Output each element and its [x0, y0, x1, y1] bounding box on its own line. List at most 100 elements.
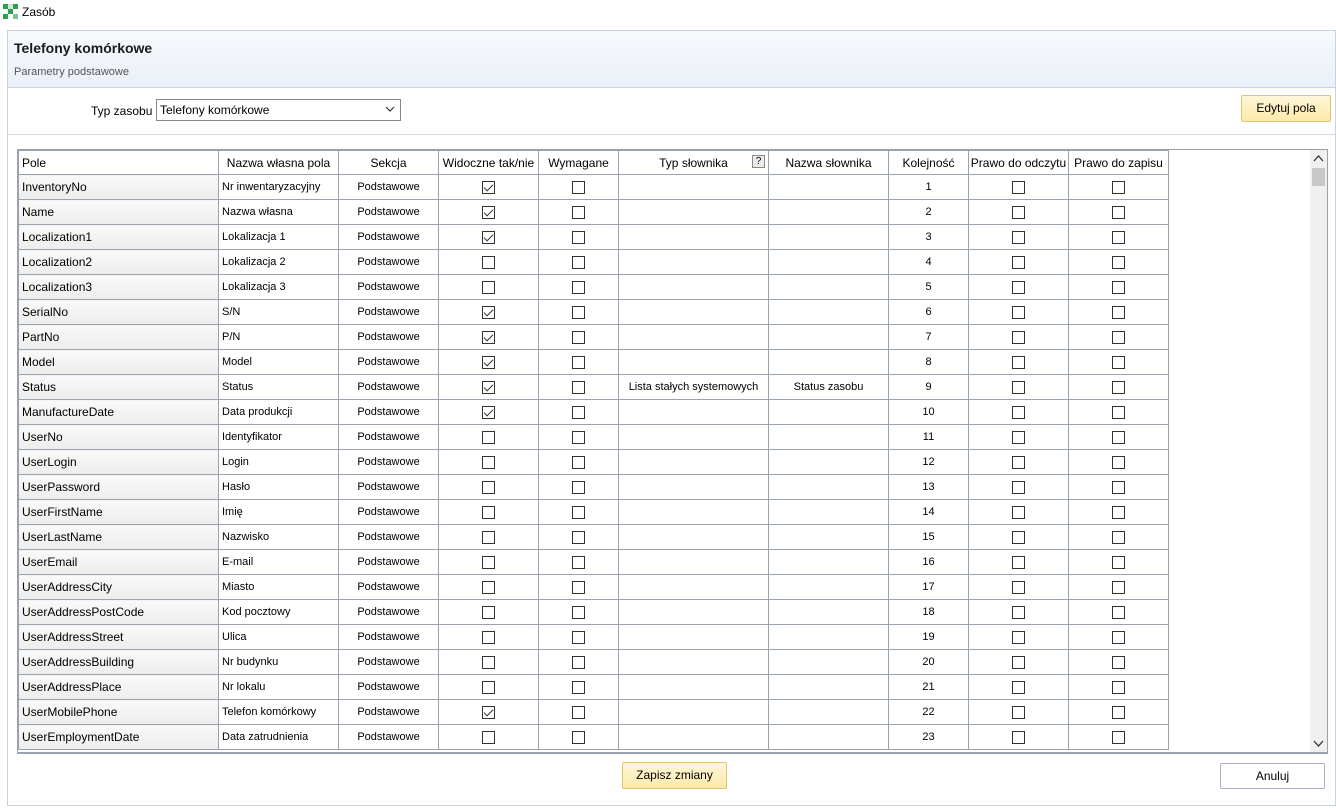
- dict-type-cell[interactable]: [618, 649, 769, 675]
- required-checkbox[interactable]: [572, 631, 585, 645]
- table-row[interactable]: Localization1 Lokalizacja 1 Podstawowe 3: [18, 224, 1169, 250]
- visible-checkbox[interactable]: [482, 356, 495, 370]
- table-row[interactable]: UserAddressPlace Nr lokalu Podstawowe 21: [18, 674, 1169, 700]
- col-header-dict-type[interactable]: Typ słownika?: [618, 150, 769, 175]
- dict-type-cell[interactable]: [618, 274, 769, 300]
- scroll-up-icon[interactable]: [1313, 154, 1324, 162]
- dict-type-cell[interactable]: [618, 174, 769, 200]
- field-name-cell[interactable]: Nr budynku: [218, 649, 339, 675]
- dict-name-cell[interactable]: [768, 524, 889, 550]
- write-right-checkbox[interactable]: [1112, 231, 1125, 245]
- read-right-checkbox[interactable]: [1012, 481, 1025, 495]
- visible-checkbox[interactable]: [482, 731, 495, 745]
- required-checkbox[interactable]: [572, 281, 585, 295]
- dict-type-cell[interactable]: [618, 424, 769, 450]
- table-row[interactable]: UserLogin Login Podstawowe 12: [18, 449, 1169, 475]
- col-header-visible[interactable]: Widoczne tak/nie: [438, 150, 539, 175]
- required-checkbox[interactable]: [572, 731, 585, 745]
- field-name-cell[interactable]: Telefon komórkowy: [218, 699, 339, 725]
- dict-name-cell[interactable]: [768, 674, 889, 700]
- vertical-scrollbar[interactable]: [1310, 150, 1327, 752]
- field-name-cell[interactable]: Lokalizacja 1: [218, 224, 339, 250]
- read-right-checkbox[interactable]: [1012, 331, 1025, 345]
- write-right-checkbox[interactable]: [1112, 431, 1125, 445]
- visible-checkbox[interactable]: [482, 681, 495, 695]
- required-checkbox[interactable]: [572, 231, 585, 245]
- required-checkbox[interactable]: [572, 356, 585, 370]
- field-name-cell[interactable]: Hasło: [218, 474, 339, 500]
- write-right-checkbox[interactable]: [1112, 531, 1125, 545]
- required-checkbox[interactable]: [572, 606, 585, 620]
- table-row[interactable]: InventoryNo Nr inwentaryzacyjny Podstawowe…: [18, 174, 1169, 200]
- dict-name-cell[interactable]: [768, 574, 889, 600]
- order-cell[interactable]: 20: [888, 649, 969, 675]
- read-right-checkbox[interactable]: [1012, 531, 1025, 545]
- dict-type-cell[interactable]: [618, 249, 769, 275]
- edit-fields-button[interactable]: Edytuj pola: [1241, 95, 1331, 122]
- read-right-checkbox[interactable]: [1012, 256, 1025, 270]
- field-name-cell[interactable]: E-mail: [218, 549, 339, 575]
- dict-name-cell[interactable]: [768, 199, 889, 225]
- field-name-cell[interactable]: P/N: [218, 324, 339, 350]
- visible-checkbox[interactable]: [482, 456, 495, 470]
- section-cell[interactable]: Podstawowe: [338, 424, 439, 450]
- col-header-order[interactable]: Kolejność: [888, 150, 969, 175]
- col-header-pole[interactable]: Pole: [18, 150, 219, 175]
- section-cell[interactable]: Podstawowe: [338, 374, 439, 400]
- section-cell[interactable]: Podstawowe: [338, 249, 439, 275]
- section-cell[interactable]: Podstawowe: [338, 399, 439, 425]
- section-cell[interactable]: Podstawowe: [338, 199, 439, 225]
- read-right-checkbox[interactable]: [1012, 631, 1025, 645]
- order-cell[interactable]: 18: [888, 599, 969, 625]
- field-key-cell[interactable]: SerialNo: [18, 299, 219, 325]
- dict-type-cell[interactable]: [618, 299, 769, 325]
- write-right-checkbox[interactable]: [1112, 206, 1125, 220]
- field-key-cell[interactable]: ManufactureDate: [18, 399, 219, 425]
- field-key-cell[interactable]: UserPassword: [18, 474, 219, 500]
- dict-type-cell[interactable]: [618, 474, 769, 500]
- dict-name-cell[interactable]: [768, 699, 889, 725]
- visible-checkbox[interactable]: [482, 631, 495, 645]
- dict-name-cell[interactable]: [768, 624, 889, 650]
- order-cell[interactable]: 13: [888, 474, 969, 500]
- required-checkbox[interactable]: [572, 681, 585, 695]
- order-cell[interactable]: 16: [888, 549, 969, 575]
- dict-type-cell[interactable]: [618, 574, 769, 600]
- write-right-checkbox[interactable]: [1112, 656, 1125, 670]
- required-checkbox[interactable]: [572, 381, 585, 395]
- write-right-checkbox[interactable]: [1112, 381, 1125, 395]
- read-right-checkbox[interactable]: [1012, 431, 1025, 445]
- section-cell[interactable]: Podstawowe: [338, 699, 439, 725]
- write-right-checkbox[interactable]: [1112, 306, 1125, 320]
- field-key-cell[interactable]: InventoryNo: [18, 174, 219, 200]
- visible-checkbox[interactable]: [482, 581, 495, 595]
- field-key-cell[interactable]: UserLogin: [18, 449, 219, 475]
- col-header-name[interactable]: Nazwa własna pola: [218, 150, 339, 175]
- table-row[interactable]: UserFirstName Imię Podstawowe 14: [18, 499, 1169, 525]
- section-cell[interactable]: Podstawowe: [338, 674, 439, 700]
- table-row[interactable]: UserNo Identyfikator Podstawowe 11: [18, 424, 1169, 450]
- table-row[interactable]: SerialNo S/N Podstawowe 6: [18, 299, 1169, 325]
- table-row[interactable]: Localization3 Lokalizacja 3 Podstawowe 5: [18, 274, 1169, 300]
- required-checkbox[interactable]: [572, 706, 585, 720]
- read-right-checkbox[interactable]: [1012, 581, 1025, 595]
- field-name-cell[interactable]: Kod pocztowy: [218, 599, 339, 625]
- required-checkbox[interactable]: [572, 406, 585, 420]
- required-checkbox[interactable]: [572, 181, 585, 195]
- read-right-checkbox[interactable]: [1012, 656, 1025, 670]
- required-checkbox[interactable]: [572, 506, 585, 520]
- order-cell[interactable]: 14: [888, 499, 969, 525]
- dict-name-cell[interactable]: [768, 399, 889, 425]
- visible-checkbox[interactable]: [482, 556, 495, 570]
- required-checkbox[interactable]: [572, 456, 585, 470]
- read-right-checkbox[interactable]: [1012, 356, 1025, 370]
- order-cell[interactable]: 22: [888, 699, 969, 725]
- order-cell[interactable]: 23: [888, 724, 969, 750]
- resource-type-select[interactable]: Telefony komórkowe: [156, 99, 401, 121]
- write-right-checkbox[interactable]: [1112, 406, 1125, 420]
- write-right-checkbox[interactable]: [1112, 606, 1125, 620]
- visible-checkbox[interactable]: [482, 281, 495, 295]
- cancel-button[interactable]: Anuluj: [1220, 763, 1325, 789]
- field-key-cell[interactable]: UserAddressPostCode: [18, 599, 219, 625]
- field-name-cell[interactable]: Data zatrudnienia: [218, 724, 339, 750]
